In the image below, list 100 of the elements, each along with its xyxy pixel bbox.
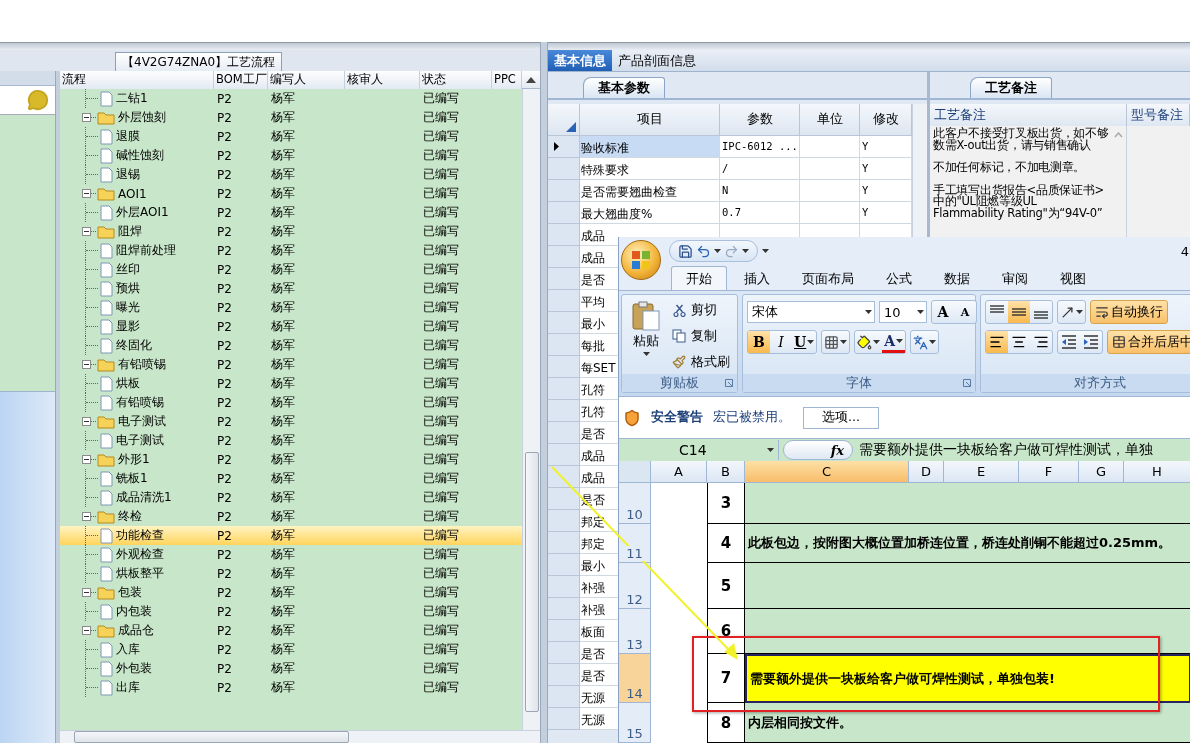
column-header[interactable]: 核审人 xyxy=(345,71,420,89)
speech-bubble-icon[interactable] xyxy=(27,89,49,111)
table-cell: 需要额外提供一块板给客户做可焊性测试，单独包装! xyxy=(745,654,1190,703)
step-name: 烘板 xyxy=(115,375,140,392)
tab[interactable]: 基本参数 xyxy=(583,77,665,98)
row-header[interactable]: 14 xyxy=(619,654,651,703)
shrink-font-button[interactable]: A xyxy=(954,301,976,323)
vertical-align-button[interactable] xyxy=(1008,301,1030,323)
horizontal-align-button[interactable] xyxy=(986,331,1008,353)
column-header[interactable]: A xyxy=(651,461,707,483)
column-header[interactable]: BOM工厂 xyxy=(214,71,268,89)
save-icon[interactable] xyxy=(678,243,693,259)
author: 杨军 xyxy=(270,337,296,354)
launcher-icon[interactable] xyxy=(725,379,733,387)
column-header[interactable]: 状态 xyxy=(420,71,492,89)
scrollbar-thumb[interactable] xyxy=(524,452,539,712)
ribbon-tab[interactable]: 视图 xyxy=(1045,266,1101,290)
tab[interactable]: 基本信息 xyxy=(548,50,612,71)
collapse-icon[interactable] xyxy=(82,417,91,426)
status: 已编写 xyxy=(422,546,460,563)
collapse-icon[interactable] xyxy=(82,455,91,464)
group-label: 对齐方式 xyxy=(1074,374,1126,392)
splitter-bar[interactable] xyxy=(548,42,1190,50)
column-header[interactable]: 编写人 xyxy=(268,71,345,89)
row-header[interactable]: 11 xyxy=(619,524,651,563)
splitter[interactable] xyxy=(55,71,60,743)
row-header[interactable]: 15 xyxy=(619,703,651,743)
splitter-bar[interactable] xyxy=(0,42,540,50)
align-top-icon xyxy=(990,305,1004,313)
note-paragraph: 此客户不接受打叉板出货，如不够数需X-out出货，请与销售确认 xyxy=(933,128,1110,151)
column-header[interactable]: F xyxy=(1019,461,1079,483)
insert-function-button[interactable]: fx xyxy=(783,440,853,460)
row-header[interactable] xyxy=(548,136,580,158)
copy-icon xyxy=(672,329,686,343)
select-all-corner[interactable] xyxy=(619,461,651,483)
ribbon-tab[interactable]: 开始 xyxy=(671,266,727,290)
author: 杨军 xyxy=(270,527,296,544)
collapse-icon[interactable] xyxy=(82,227,91,236)
column-header[interactable]: 修改 xyxy=(860,104,912,136)
ribbon-tab[interactable]: 数据 xyxy=(929,266,985,290)
tree-row[interactable]: 功能检查 P2 杨军 已编写 xyxy=(60,526,522,545)
collapse-icon[interactable] xyxy=(82,626,91,635)
borders-icon xyxy=(824,334,840,350)
scrollbar-thumb[interactable] xyxy=(74,731,349,743)
column-header[interactable]: 工艺备注 xyxy=(930,104,1127,128)
bom-factory: P2 xyxy=(216,281,233,296)
collapse-icon[interactable] xyxy=(82,588,91,597)
step-name: 内包装 xyxy=(115,603,152,620)
column-header[interactable]: 项目 xyxy=(580,104,720,136)
bom-factory: P2 xyxy=(216,509,233,524)
bom-factory: P2 xyxy=(216,319,233,334)
author: 杨军 xyxy=(270,508,296,525)
wrap-text-button[interactable]: 自动换行 xyxy=(1090,300,1168,324)
bom-factory: P2 xyxy=(216,357,233,372)
column-header[interactable]: G xyxy=(1079,461,1124,483)
column-header[interactable]: 流程 xyxy=(60,71,214,89)
collapse-icon[interactable] xyxy=(82,360,91,369)
ribbon-tab[interactable]: 页面布局 xyxy=(787,266,869,290)
author: 杨军 xyxy=(270,90,296,107)
column-header[interactable]: D xyxy=(909,461,944,483)
underline-button[interactable]: U xyxy=(792,331,817,353)
tab[interactable]: 产品剖面信息 xyxy=(612,50,702,71)
collapse-icon[interactable] xyxy=(82,113,91,122)
document-icon xyxy=(100,375,113,392)
column-header[interactable]: B xyxy=(707,461,745,483)
document-icon xyxy=(100,394,113,411)
document-icon xyxy=(100,280,113,297)
formula-text: 需要额外提供一块板给客户做可焊性测试，单独 xyxy=(859,441,1153,459)
row-header[interactable]: 13 xyxy=(619,609,651,654)
column-header[interactable]: 型号备注 xyxy=(1127,104,1190,128)
column-header[interactable]: E xyxy=(944,461,1019,483)
font-size-field[interactable]: 10 xyxy=(879,301,927,323)
launcher-icon[interactable] xyxy=(963,379,971,387)
options-button[interactable]: 选项... xyxy=(803,406,879,429)
author: 杨军 xyxy=(270,204,296,221)
italic-button[interactable]: I xyxy=(770,331,792,353)
collapse-icon[interactable] xyxy=(82,512,91,521)
row-header[interactable]: 10 xyxy=(619,483,651,524)
bold-button[interactable]: B xyxy=(748,331,770,353)
tab[interactable]: 工艺备注 xyxy=(970,77,1052,98)
ribbon-tab[interactable]: 公式 xyxy=(871,266,927,290)
redo-icon[interactable] xyxy=(724,243,739,259)
column-header[interactable]: 参数 xyxy=(720,104,800,136)
author: 杨军 xyxy=(270,318,296,335)
column-header[interactable]: C xyxy=(745,461,909,483)
ribbon-tab[interactable]: 审阅 xyxy=(987,266,1043,290)
status: 已编写 xyxy=(422,299,460,316)
column-header[interactable]: PPC xyxy=(492,71,522,89)
font-name-field[interactable]: 宋体 xyxy=(747,301,875,323)
column-header[interactable]: 单位 xyxy=(800,104,860,136)
step-name: 曝光 xyxy=(115,299,140,316)
column-header[interactable]: H xyxy=(1124,461,1190,483)
document-icon xyxy=(100,432,113,449)
undo-icon[interactable] xyxy=(696,243,711,259)
row-header[interactable]: 12 xyxy=(619,563,651,609)
collapse-icon[interactable] xyxy=(82,189,91,198)
caret-icon xyxy=(767,448,774,452)
ribbon-tab[interactable]: 插入 xyxy=(729,266,785,290)
document-icon xyxy=(100,489,113,506)
grow-font-button[interactable]: A xyxy=(932,301,954,323)
